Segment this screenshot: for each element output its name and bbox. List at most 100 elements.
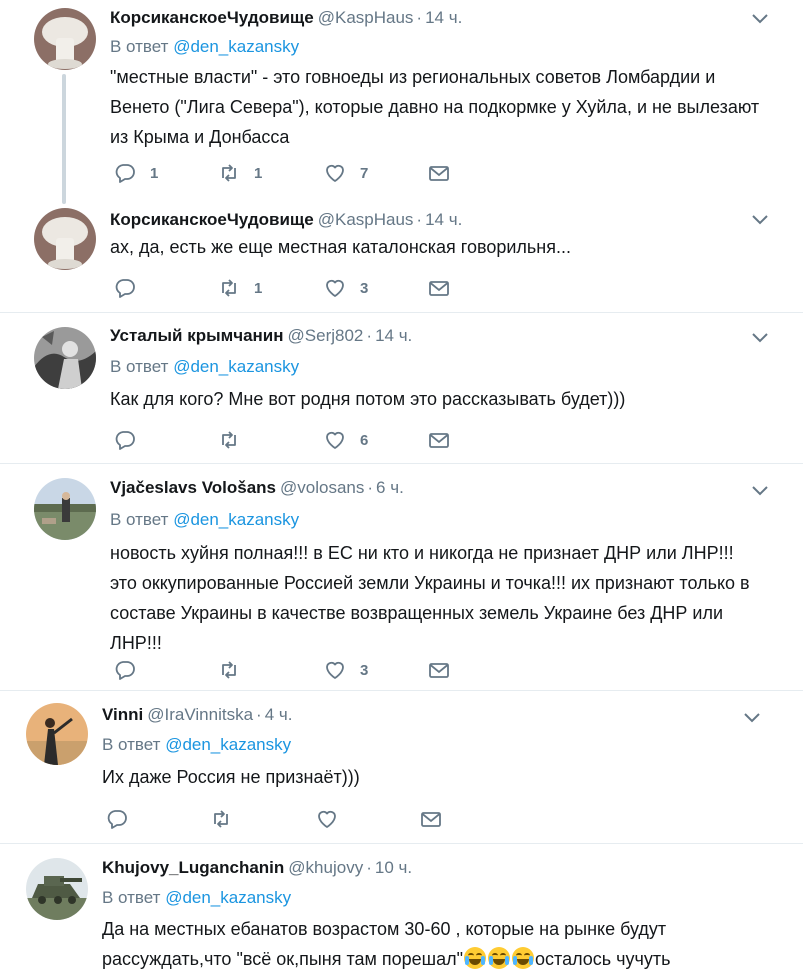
reply-prefix: В ответ [110,37,169,56]
timestamp[interactable]: 6 ч. [376,478,404,497]
reply-prefix: В ответ [102,888,161,907]
tweet-text-segment: осталось чучуть [535,949,671,969]
direct-message-button[interactable] [428,426,450,454]
tweet[interactable]: Khujovy_Luganchanin @khujovy · 10 ч. В отве… [0,844,803,973]
timestamp[interactable]: 4 ч. [265,705,293,724]
reply-context: В ответ @den_kazansky [110,508,299,532]
tweet-feed: КорсиканскоеЧудовище @KaspHaus · 14 ч. В от… [0,0,803,973]
retweet-icon [218,162,240,184]
retweet-button[interactable] [210,805,246,833]
avatar[interactable] [34,478,96,540]
user-handle[interactable]: @KaspHaus [318,8,414,27]
direct-message-button[interactable] [428,274,450,302]
user-handle[interactable]: @IraVinnitska [147,705,253,724]
chevron-down-icon[interactable] [749,7,771,29]
avatar[interactable] [34,208,96,270]
timestamp[interactable]: 14 ч. [375,326,412,345]
like-count: 3 [360,661,369,679]
reply-button[interactable] [114,656,150,684]
tweet-actions: 1 3 [114,274,474,302]
face-with-tears-of-joy-icon [464,947,487,969]
thread-line [62,74,66,204]
separator: · [416,8,423,27]
display-name[interactable]: КорсиканскоеЧудовище [110,8,314,27]
tweet-text: Да на местных ебанатов возрастом 30-60 ,… [102,914,762,973]
display-name[interactable]: Vjačeslavs Vološans [110,478,276,497]
like-button[interactable]: 3 [324,656,368,684]
tweet[interactable]: Vinni @IraVinnitska · 4 ч. В ответ @den_kaz… [0,691,803,844]
avatar[interactable] [34,8,96,70]
tweet-text: Как для кого? Мне вот родня потом это ра… [110,389,626,409]
tweet[interactable]: КорсиканскоеЧудовище @KaspHaus · 14 ч. В от… [0,0,803,204]
timestamp[interactable]: 10 ч. [375,858,412,877]
avatar[interactable] [34,327,96,389]
reply-button[interactable]: 1 [114,159,158,187]
like-button[interactable]: 6 [324,426,368,454]
display-name[interactable]: Khujovy_Luganchanin [102,858,284,877]
display-name[interactable]: КорсиканскоеЧудовище [110,210,314,229]
reply-mention-link[interactable]: @den_kazansky [165,888,291,907]
envelope-icon [428,429,450,451]
user-handle[interactable]: @volosans [280,478,364,497]
tweet-header: Khujovy_Luganchanin @khujovy · 10 ч. [102,856,412,880]
tweet[interactable]: КорсиканскоеЧудовище @KaspHaus · 14 ч. ах, … [0,196,803,313]
tweet-text-line: Да на местных ебанатов возрастом 30-60 ,… [102,919,667,939]
retweet-count: 1 [254,164,263,182]
retweet-button[interactable]: 1 [218,274,262,302]
tweet-actions: 3 [114,656,474,684]
separator: · [416,210,423,229]
tweet-header: Усталый крымчанин @Serj802 · 14 ч. [110,324,412,348]
like-button[interactable]: 7 [324,159,368,187]
retweet-icon [218,659,240,681]
envelope-icon [428,659,450,681]
timestamp[interactable]: 14 ч. [425,210,462,229]
reply-mention-link[interactable]: @den_kazansky [165,735,291,754]
reply-mention-link[interactable]: @den_kazansky [173,510,299,529]
user-handle[interactable]: @khujovy [288,858,363,877]
face-with-tears-of-joy-icon [488,947,511,969]
heart-icon [324,659,346,681]
tweet-actions: 1 1 7 [114,159,474,187]
separator: · [366,858,372,877]
like-count: 7 [360,164,369,182]
reply-button[interactable] [114,426,150,454]
reply-mention-link[interactable]: @den_kazansky [173,357,299,376]
tweet[interactable]: Vjačeslavs Vološans @volosans · 6 ч. В отве… [0,464,803,691]
tweet-text-segment: рассуждать,что "всё ок,пыня там порешал" [102,949,464,969]
user-handle[interactable]: @KaspHaus [318,210,414,229]
direct-message-button[interactable] [428,159,450,187]
like-button[interactable]: 3 [324,274,368,302]
avatar[interactable] [26,703,88,765]
avatar[interactable] [26,858,88,920]
like-count: 3 [360,279,369,297]
user-handle[interactable]: @Serj802 [288,326,364,345]
reply-context: В ответ @den_kazansky [102,733,291,757]
chevron-down-icon[interactable] [749,208,771,230]
retweet-button[interactable] [218,656,254,684]
retweet-button[interactable] [218,426,254,454]
timestamp[interactable]: 14 ч. [425,8,462,27]
like-count: 6 [360,431,369,449]
tweet-actions: 6 [114,426,474,454]
tweet[interactable]: Усталый крымчанин @Serj802 · 14 ч. В ответ … [0,313,803,464]
reply-prefix: В ответ [110,357,169,376]
retweet-button[interactable]: 1 [218,159,262,187]
reply-mention-link[interactable]: @den_kazansky [173,37,299,56]
heart-icon [316,808,338,830]
direct-message-button[interactable] [420,805,442,833]
like-button[interactable] [316,805,352,833]
reply-icon [114,277,136,299]
reply-context: В ответ @den_kazansky [102,886,291,910]
retweet-icon [210,808,232,830]
reply-button[interactable] [106,805,142,833]
reply-button[interactable] [114,274,150,302]
reply-prefix: В ответ [102,735,161,754]
chevron-down-icon[interactable] [749,326,771,348]
direct-message-button[interactable] [428,656,450,684]
chevron-down-icon[interactable] [741,706,763,728]
display-name[interactable]: Vinni [102,705,143,724]
display-name[interactable]: Усталый крымчанин [110,326,284,345]
chevron-down-icon[interactable] [749,479,771,501]
separator: · [256,705,262,724]
reply-icon [106,808,128,830]
